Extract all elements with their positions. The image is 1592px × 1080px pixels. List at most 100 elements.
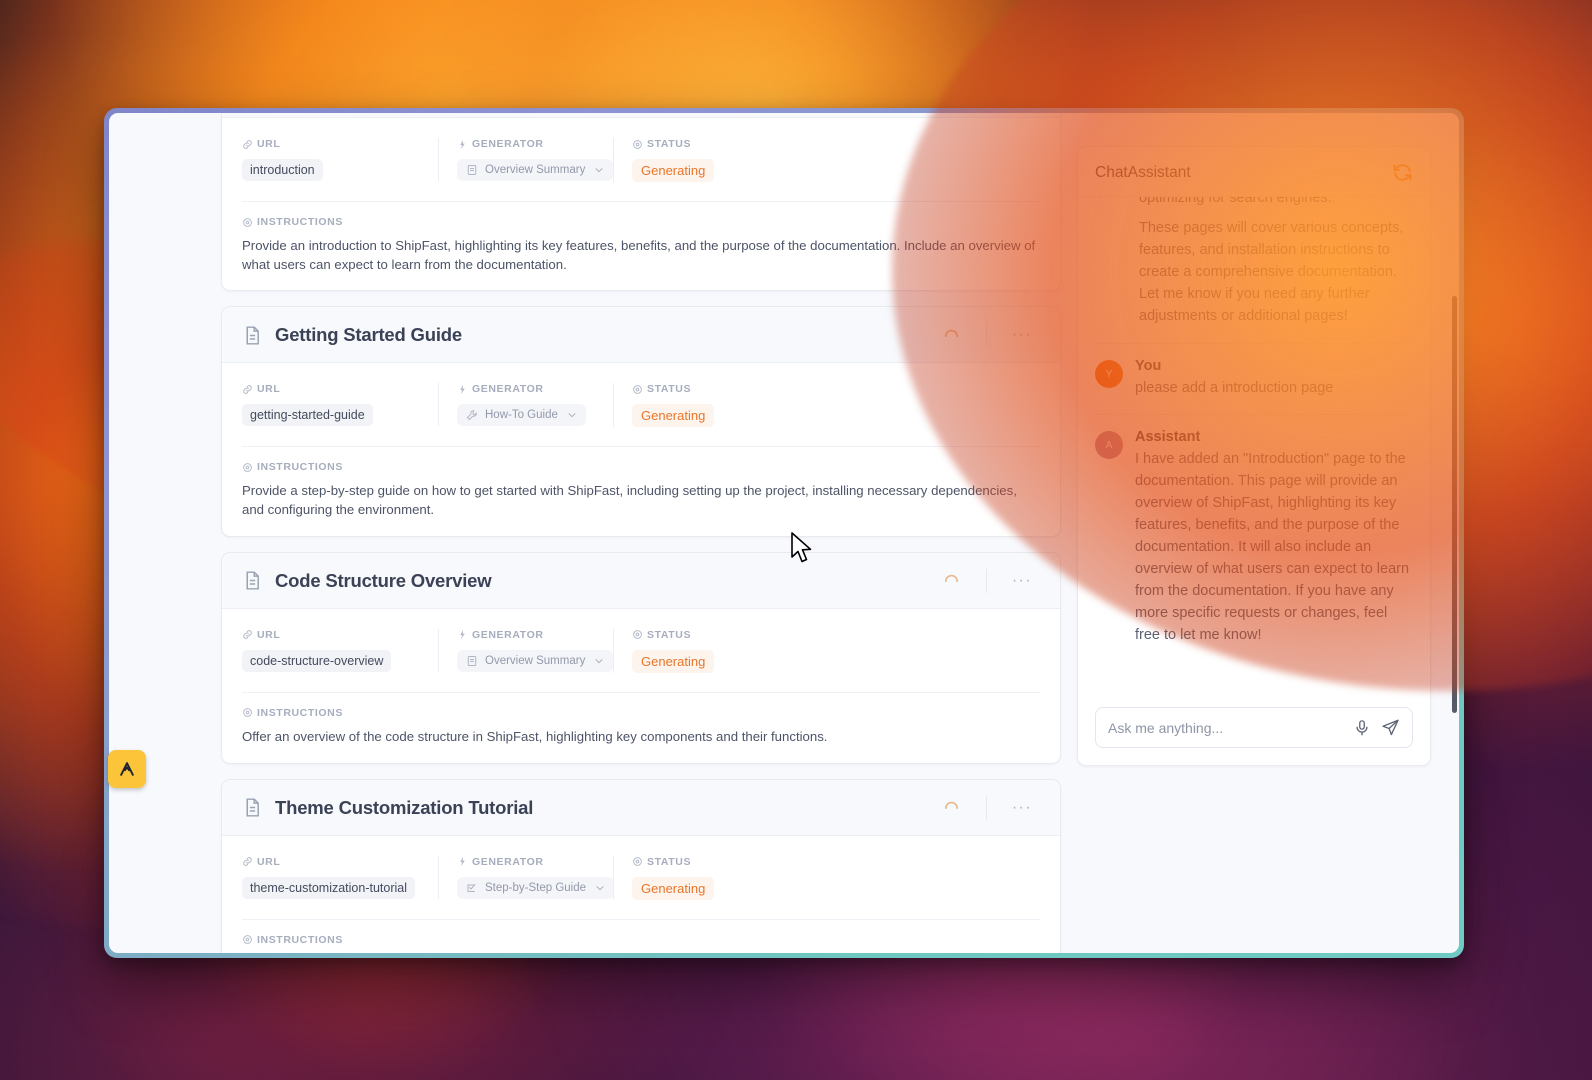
generator-label-row: GENERATOR <box>457 856 595 868</box>
card-body: URL getting-started-guide GENERATOR How-… <box>222 363 1060 535</box>
status-label: STATUS <box>647 855 692 868</box>
instructions-label-row: INSTRUCTIONS <box>242 461 1040 473</box>
target-icon <box>242 462 253 473</box>
instructions-text: Offer an overview of the code structure … <box>242 728 828 744</box>
url-value[interactable]: theme-customization-tutorial <box>242 876 416 899</box>
message-author: You <box>1135 358 1162 375</box>
send-icon[interactable] <box>1381 718 1400 737</box>
status-badge: Generating <box>632 159 715 182</box>
divider <box>242 446 1040 448</box>
card-meta-row: URL getting-started-guide GENERATOR How-… <box>242 383 1040 428</box>
target-icon <box>632 139 643 150</box>
url-label: URL <box>257 628 281 641</box>
avatar-initial: A <box>1105 439 1113 451</box>
wrench-icon <box>466 409 478 421</box>
url-label-row: URL <box>242 629 420 641</box>
assistant-message-continued: These pages will cover various concepts,… <box>1095 205 1413 345</box>
url-value[interactable]: introduction <box>242 159 323 181</box>
chevron-down-icon <box>595 883 605 893</box>
card-header: Theme Customization Tutorial ··· <box>222 779 1060 836</box>
document-icon <box>466 164 478 176</box>
target-icon <box>242 217 253 228</box>
refresh-icon[interactable] <box>1392 162 1413 183</box>
card-meta-row: URL code-structure-overview GENERATOR Ov… <box>242 628 1040 673</box>
instructions-label: INSTRUCTIONS <box>257 933 343 946</box>
url-value[interactable]: code-structure-overview <box>242 649 392 672</box>
document-icon <box>242 797 263 818</box>
link-icon <box>242 856 253 867</box>
window-content: Introduction ··· <box>109 113 1459 953</box>
card-menu-button[interactable]: ··· <box>1012 572 1040 588</box>
pages-list[interactable]: Introduction ··· <box>109 113 1077 953</box>
status-label-row: STATUS <box>632 383 765 395</box>
card-header: Code Structure Overview ··· <box>222 552 1060 609</box>
loading-spinner-icon <box>943 327 960 344</box>
generator-label-row: GENERATOR <box>457 138 595 150</box>
card-header-actions: ··· <box>943 795 1040 820</box>
status-label: STATUS <box>647 628 692 641</box>
generator-select[interactable]: Overview Summary <box>457 649 614 672</box>
card-menu-button[interactable]: ··· <box>1012 799 1040 815</box>
card-body: URL introduction GENERATOR Overview Summ… <box>222 118 1060 290</box>
generator-select[interactable]: How-To Guide <box>457 404 586 427</box>
generator-select[interactable]: Step-by-Step Guide <box>457 876 615 899</box>
status-label-row: STATUS <box>632 138 765 150</box>
app-logo-badge[interactable] <box>108 750 146 788</box>
generator-value: How-To Guide <box>485 409 558 422</box>
card-body: URL theme-customization-tutorial GENERAT… <box>222 836 1060 953</box>
avatar: Y <box>1095 360 1123 389</box>
message-body: Assistant I have added an "Introduction"… <box>1135 429 1413 646</box>
url-label-row: URL <box>242 856 420 868</box>
divider <box>242 201 1040 202</box>
generator-label: GENERATOR <box>472 628 544 641</box>
chevron-down-icon <box>567 410 577 420</box>
status-field: STATUS Generating <box>613 138 783 182</box>
generator-field: GENERATOR Step-by-Step Guide <box>438 855 615 899</box>
page-card[interactable]: Introduction ··· <box>221 113 1061 292</box>
card-menu-button[interactable]: ··· <box>1012 327 1040 343</box>
vertical-scrollbar[interactable] <box>1452 296 1457 713</box>
instructions-label: INSTRUCTIONS <box>257 461 343 474</box>
chat-input[interactable] <box>1108 719 1343 736</box>
chat-input-box[interactable] <box>1095 707 1413 748</box>
target-icon <box>632 629 643 640</box>
message-text: I have added an "Introduction" page to t… <box>1135 451 1410 644</box>
generator-field: GENERATOR Overview Summary <box>438 628 614 672</box>
card-meta-row: URL theme-customization-tutorial GENERAT… <box>242 855 1040 900</box>
loading-spinner-icon <box>943 799 960 816</box>
page-card[interactable]: Theme Customization Tutorial ··· URL the… <box>221 778 1061 953</box>
chevron-down-icon <box>594 165 604 175</box>
target-icon <box>632 856 643 867</box>
microphone-icon[interactable] <box>1353 719 1371 737</box>
link-icon <box>242 139 253 150</box>
card-body: URL code-structure-overview GENERATOR Ov… <box>222 609 1060 763</box>
sparkle-icon <box>457 139 468 150</box>
url-value[interactable]: getting-started-guide <box>242 404 373 427</box>
url-label-row: URL <box>242 138 420 150</box>
chat-messages[interactable]: optimizing for search engines. These pag… <box>1078 197 1430 693</box>
page-card[interactable]: Code Structure Overview ··· URL code-str… <box>221 551 1061 764</box>
avatar-initial: Y <box>1105 368 1113 380</box>
instructions-label-row: INSTRUCTIONS <box>242 216 1040 228</box>
status-field: STATUS Generating <box>613 628 783 673</box>
desktop-wallpaper: Introduction ··· <box>0 0 1592 1080</box>
checklist-icon <box>466 882 478 894</box>
page-card[interactable]: Getting Started Guide ··· URL getting-st… <box>221 306 1061 537</box>
chat-message-assistant: A Assistant I have added an "Introductio… <box>1095 415 1413 661</box>
url-field: URL getting-started-guide <box>242 383 438 427</box>
message-author: Assistant <box>1135 429 1201 446</box>
instructions-text: Provide an introduction to ShipFast, hig… <box>242 238 1036 272</box>
card-meta-row: URL introduction GENERATOR Overview Summ… <box>242 138 1040 182</box>
url-label: URL <box>257 383 281 396</box>
chat-area: ChatAssistant optimizing for search engi… <box>1077 113 1459 953</box>
chat-input-area <box>1078 693 1430 765</box>
generator-label-row: GENERATOR <box>457 383 595 395</box>
avatar: A <box>1095 431 1123 460</box>
generator-select[interactable]: Overview Summary <box>457 159 614 181</box>
sparkle-icon <box>457 856 468 867</box>
instructions-text: Provide a step-by-step guide on how to g… <box>242 483 1017 518</box>
instructions-label-row: INSTRUCTIONS <box>242 934 1040 946</box>
status-badge: Generating <box>632 404 715 428</box>
status-label: STATUS <box>647 383 692 396</box>
divider <box>985 568 987 593</box>
